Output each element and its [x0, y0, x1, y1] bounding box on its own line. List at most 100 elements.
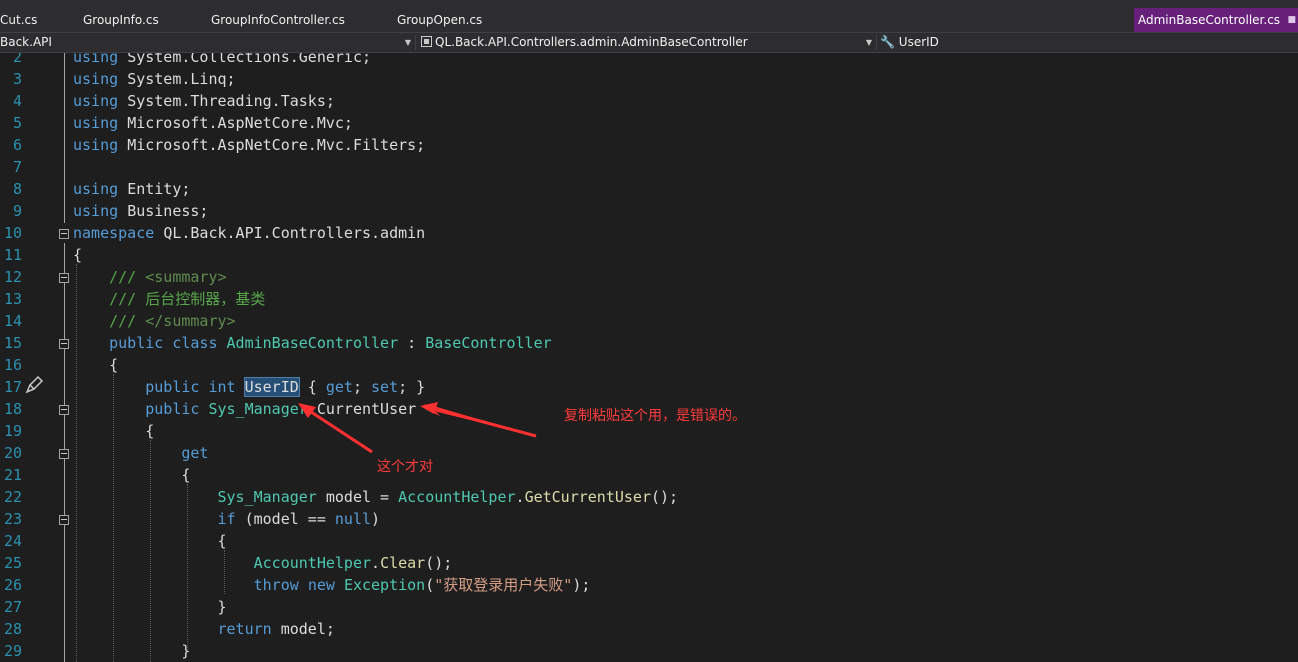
document-tab-strip: Cut.cs GroupInfo.cs GroupInfoController.…: [0, 0, 1298, 32]
line-number: 24: [3, 532, 22, 550]
code-token: <summary>: [145, 268, 227, 286]
code-token: ///: [109, 312, 146, 330]
code-line[interactable]: 25 AccountHelper.Clear();: [0, 552, 1298, 574]
annotation-wrong-usage: 复制粘贴这个用，是错误的。: [564, 408, 746, 424]
code-line[interactable]: 29 }: [0, 640, 1298, 662]
member-dropdown[interactable]: 🔧 UserID: [880, 33, 1298, 52]
tab-groupopen-cs[interactable]: GroupOpen.cs: [397, 10, 482, 30]
code-token: using: [73, 92, 128, 110]
code-token: return: [217, 620, 281, 638]
code-line[interactable]: 12 /// <summary>: [0, 266, 1298, 288]
code-token: using: [73, 114, 128, 132]
class-icon: [421, 36, 432, 47]
code-line[interactable]: 3 using System.Linq;: [0, 68, 1298, 90]
code-text: get: [73, 442, 208, 464]
code-token: }: [73, 598, 227, 616]
code-token: AccountHelper: [253, 554, 372, 572]
code-token: null: [334, 510, 372, 528]
line-number: 12: [3, 268, 22, 286]
code-text: using Microsoft.AspNetCore.Mvc.Filters;: [73, 134, 425, 156]
line-number: 10: [3, 224, 22, 242]
code-token: Exception: [343, 576, 426, 594]
code-line[interactable]: 28 return model;: [0, 618, 1298, 640]
code-editor[interactable]: 2 using System.Collections.Generic; 3 using…: [0, 53, 1298, 662]
code-text: {: [73, 354, 118, 376]
code-line[interactable]: 17 public int UserID { get; set; }: [0, 376, 1298, 398]
code-token: get: [181, 444, 209, 462]
code-line[interactable]: 15 public class AdminBaseController : Ba…: [0, 332, 1298, 354]
code-text: using Entity;: [73, 178, 190, 200]
code-token: if: [217, 510, 245, 528]
code-line[interactable]: 24 {: [0, 530, 1298, 552]
line-number: 8: [12, 180, 22, 198]
nav-divider: [876, 35, 877, 50]
code-token: System.Linq;: [127, 70, 236, 88]
code-token: BaseController: [425, 334, 552, 352]
code-text: {: [73, 464, 190, 486]
code-text: public Sys_Manager CurrentUser: [73, 398, 416, 420]
wrench-icon: 🔧: [880, 35, 895, 49]
code-line[interactable]: 13 /// 后台控制器，基类: [0, 288, 1298, 310]
tab-cut-cs[interactable]: Cut.cs: [0, 10, 37, 30]
code-text: using System.Collections.Generic;: [73, 53, 371, 68]
code-line[interactable]: 21 {: [0, 464, 1298, 486]
type-dropdown[interactable]: QL.Back.API.Controllers.admin.AdminBaseC…: [421, 33, 875, 52]
code-line[interactable]: 2 using System.Collections.Generic;: [0, 53, 1298, 68]
code-text: if (model == null): [73, 508, 381, 530]
line-number: 11: [3, 246, 22, 264]
code-line[interactable]: 9 using Business;: [0, 200, 1298, 222]
code-text: {: [73, 530, 227, 552]
project-dropdown[interactable]: Back.API ▼: [0, 33, 414, 52]
chevron-down-icon: ▼: [865, 38, 872, 47]
tab-adminbasecontroller-cs[interactable]: AdminBaseController.cs ■: [1134, 8, 1298, 32]
code-token: System.Threading.Tasks;: [127, 92, 335, 110]
code-text: AccountHelper.Clear();: [73, 552, 453, 574]
code-token: CurrentUser: [307, 400, 417, 418]
code-token: throw: [253, 576, 308, 594]
line-number: 29: [3, 642, 22, 660]
navigation-bar: Back.API ▼ QL.Back.API.Controllers.admin…: [0, 32, 1298, 53]
code-text: using System.Threading.Tasks;: [73, 90, 335, 112]
code-line[interactable]: 27 }: [0, 596, 1298, 618]
pin-icon[interactable]: ■: [1288, 8, 1297, 32]
code-token: using: [73, 180, 128, 198]
code-line[interactable]: 4 using System.Threading.Tasks;: [0, 90, 1298, 112]
code-line[interactable]: 7: [0, 156, 1298, 178]
code-token: </summary>: [145, 312, 236, 330]
code-text: Sys_Manager model = AccountHelper.GetCur…: [73, 486, 679, 508]
code-line[interactable]: 20 get: [0, 442, 1298, 464]
code-text: {: [73, 420, 154, 442]
member-label: UserID: [898, 35, 939, 49]
code-token: Business;: [127, 202, 209, 220]
tab-groupinfo-cs[interactable]: GroupInfo.cs: [83, 10, 159, 30]
code-line[interactable]: 14 /// </summary>: [0, 310, 1298, 332]
code-token: {: [73, 246, 83, 264]
code-token: /// 后台控制器，基类: [109, 290, 266, 308]
line-number: 14: [3, 312, 22, 330]
code-token: GetCurrentUser: [524, 488, 651, 506]
code-token: {: [298, 378, 326, 396]
code-line[interactable]: 22 Sys_Manager model = AccountHelper.Get…: [0, 486, 1298, 508]
code-text: public int UserID { get; set; }: [73, 376, 425, 398]
code-token: {: [73, 532, 227, 550]
line-number: 22: [3, 488, 22, 506]
code-line[interactable]: 16 {: [0, 354, 1298, 376]
code-line[interactable]: 23 if (model == null): [0, 508, 1298, 530]
code-line[interactable]: 5 using Microsoft.AspNetCore.Mvc;: [0, 112, 1298, 134]
tab-groupinfocontroller-cs[interactable]: GroupInfoController.cs: [211, 10, 345, 30]
code-line[interactable]: 8 using Entity;: [0, 178, 1298, 200]
code-line[interactable]: 11 {: [0, 244, 1298, 266]
code-line[interactable]: 6 using Microsoft.AspNetCore.Mvc.Filters;: [0, 134, 1298, 156]
code-line[interactable]: 26 throw new Exception("获取登录用户失败");: [0, 574, 1298, 596]
code-text: }: [73, 596, 227, 618]
code-token: set: [371, 378, 399, 396]
code-text: using Business;: [73, 200, 208, 222]
code-line[interactable]: 10 namespace QL.Back.API.Controllers.admi…: [0, 222, 1298, 244]
line-number: 13: [3, 290, 22, 308]
